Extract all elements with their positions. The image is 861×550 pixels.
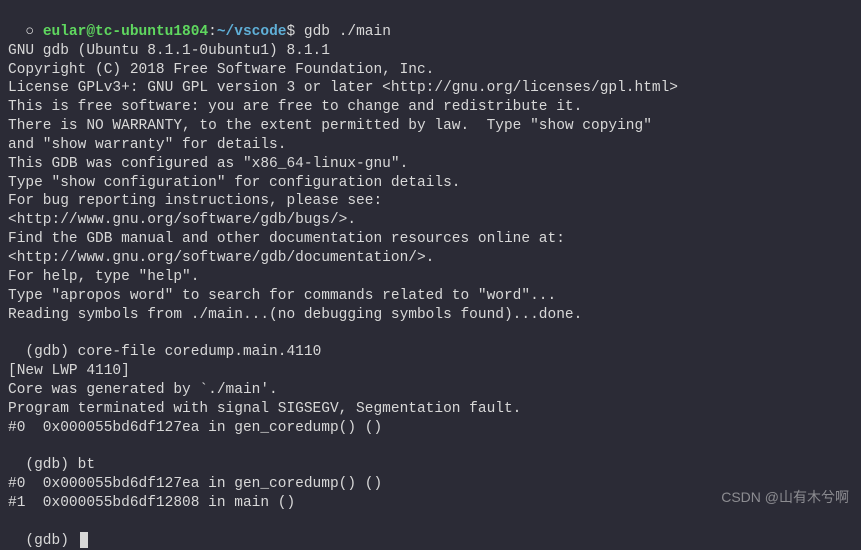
gdb-prompt: (gdb)	[25, 533, 77, 549]
gdb-output-line: [New LWP 4110]	[8, 362, 853, 381]
shell-command[interactable]: gdb ./main	[304, 24, 391, 40]
terminal-cursor[interactable]	[80, 532, 88, 548]
gdb-command-line[interactable]: (gdb)	[8, 513, 853, 550]
gdb-banner-line: Reading symbols from ./main...(no debugg…	[8, 306, 853, 325]
gdb-banner-line: This GDB was configured as "x86_64-linux…	[8, 155, 853, 174]
gdb-banner-line: Type "show configuration" for configurat…	[8, 174, 853, 193]
gdb-banner-line: Find the GDB manual and other documentat…	[8, 230, 853, 249]
prompt-dollar: $	[286, 24, 303, 40]
gdb-banner-line: For bug reporting instructions, please s…	[8, 192, 853, 211]
prompt-host: tc-ubuntu1804	[95, 24, 208, 40]
prompt-user: eular	[43, 24, 87, 40]
gdb-banner-line: <http://www.gnu.org/software/gdb/bugs/>.	[8, 211, 853, 230]
prompt-colon: :	[208, 24, 217, 40]
gdb-command-line: (gdb) core-file coredump.main.4110	[8, 324, 853, 362]
gdb-banner-line: Type "apropos word" to search for comman…	[8, 287, 853, 306]
shell-prompt-line: ○ eular@tc-ubuntu1804:~/vscode$ gdb ./ma…	[8, 4, 853, 42]
prompt-bullet: ○	[25, 24, 42, 40]
watermark: CSDN @山有木兮啊	[721, 488, 849, 506]
gdb-banner-line: <http://www.gnu.org/software/gdb/documen…	[8, 249, 853, 268]
gdb-banner-line: There is NO WARRANTY, to the extent perm…	[8, 117, 853, 136]
gdb-prompt: (gdb)	[25, 344, 77, 360]
gdb-output-line: Program terminated with signal SIGSEGV, …	[8, 400, 853, 419]
gdb-output-line: #0 0x000055bd6df127ea in gen_coredump() …	[8, 419, 853, 438]
prompt-at: @	[86, 24, 95, 40]
gdb-banner-line: For help, type "help".	[8, 268, 853, 287]
gdb-command-line: (gdb) bt	[8, 437, 853, 475]
gdb-banner-line: License GPLv3+: GNU GPL version 3 or lat…	[8, 79, 853, 98]
gdb-command-bt[interactable]: bt	[78, 457, 95, 473]
gdb-banner-line: Copyright (C) 2018 Free Software Foundat…	[8, 61, 853, 80]
gdb-output-line: Core was generated by `./main'.	[8, 381, 853, 400]
gdb-banner-line: This is free software: you are free to c…	[8, 98, 853, 117]
gdb-banner-line: GNU gdb (Ubuntu 8.1.1-0ubuntu1) 8.1.1	[8, 42, 853, 61]
gdb-banner-line: and "show warranty" for details.	[8, 136, 853, 155]
prompt-path: ~/vscode	[217, 24, 287, 40]
gdb-prompt: (gdb)	[25, 457, 77, 473]
gdb-command-corefile[interactable]: core-file coredump.main.4110	[78, 344, 322, 360]
